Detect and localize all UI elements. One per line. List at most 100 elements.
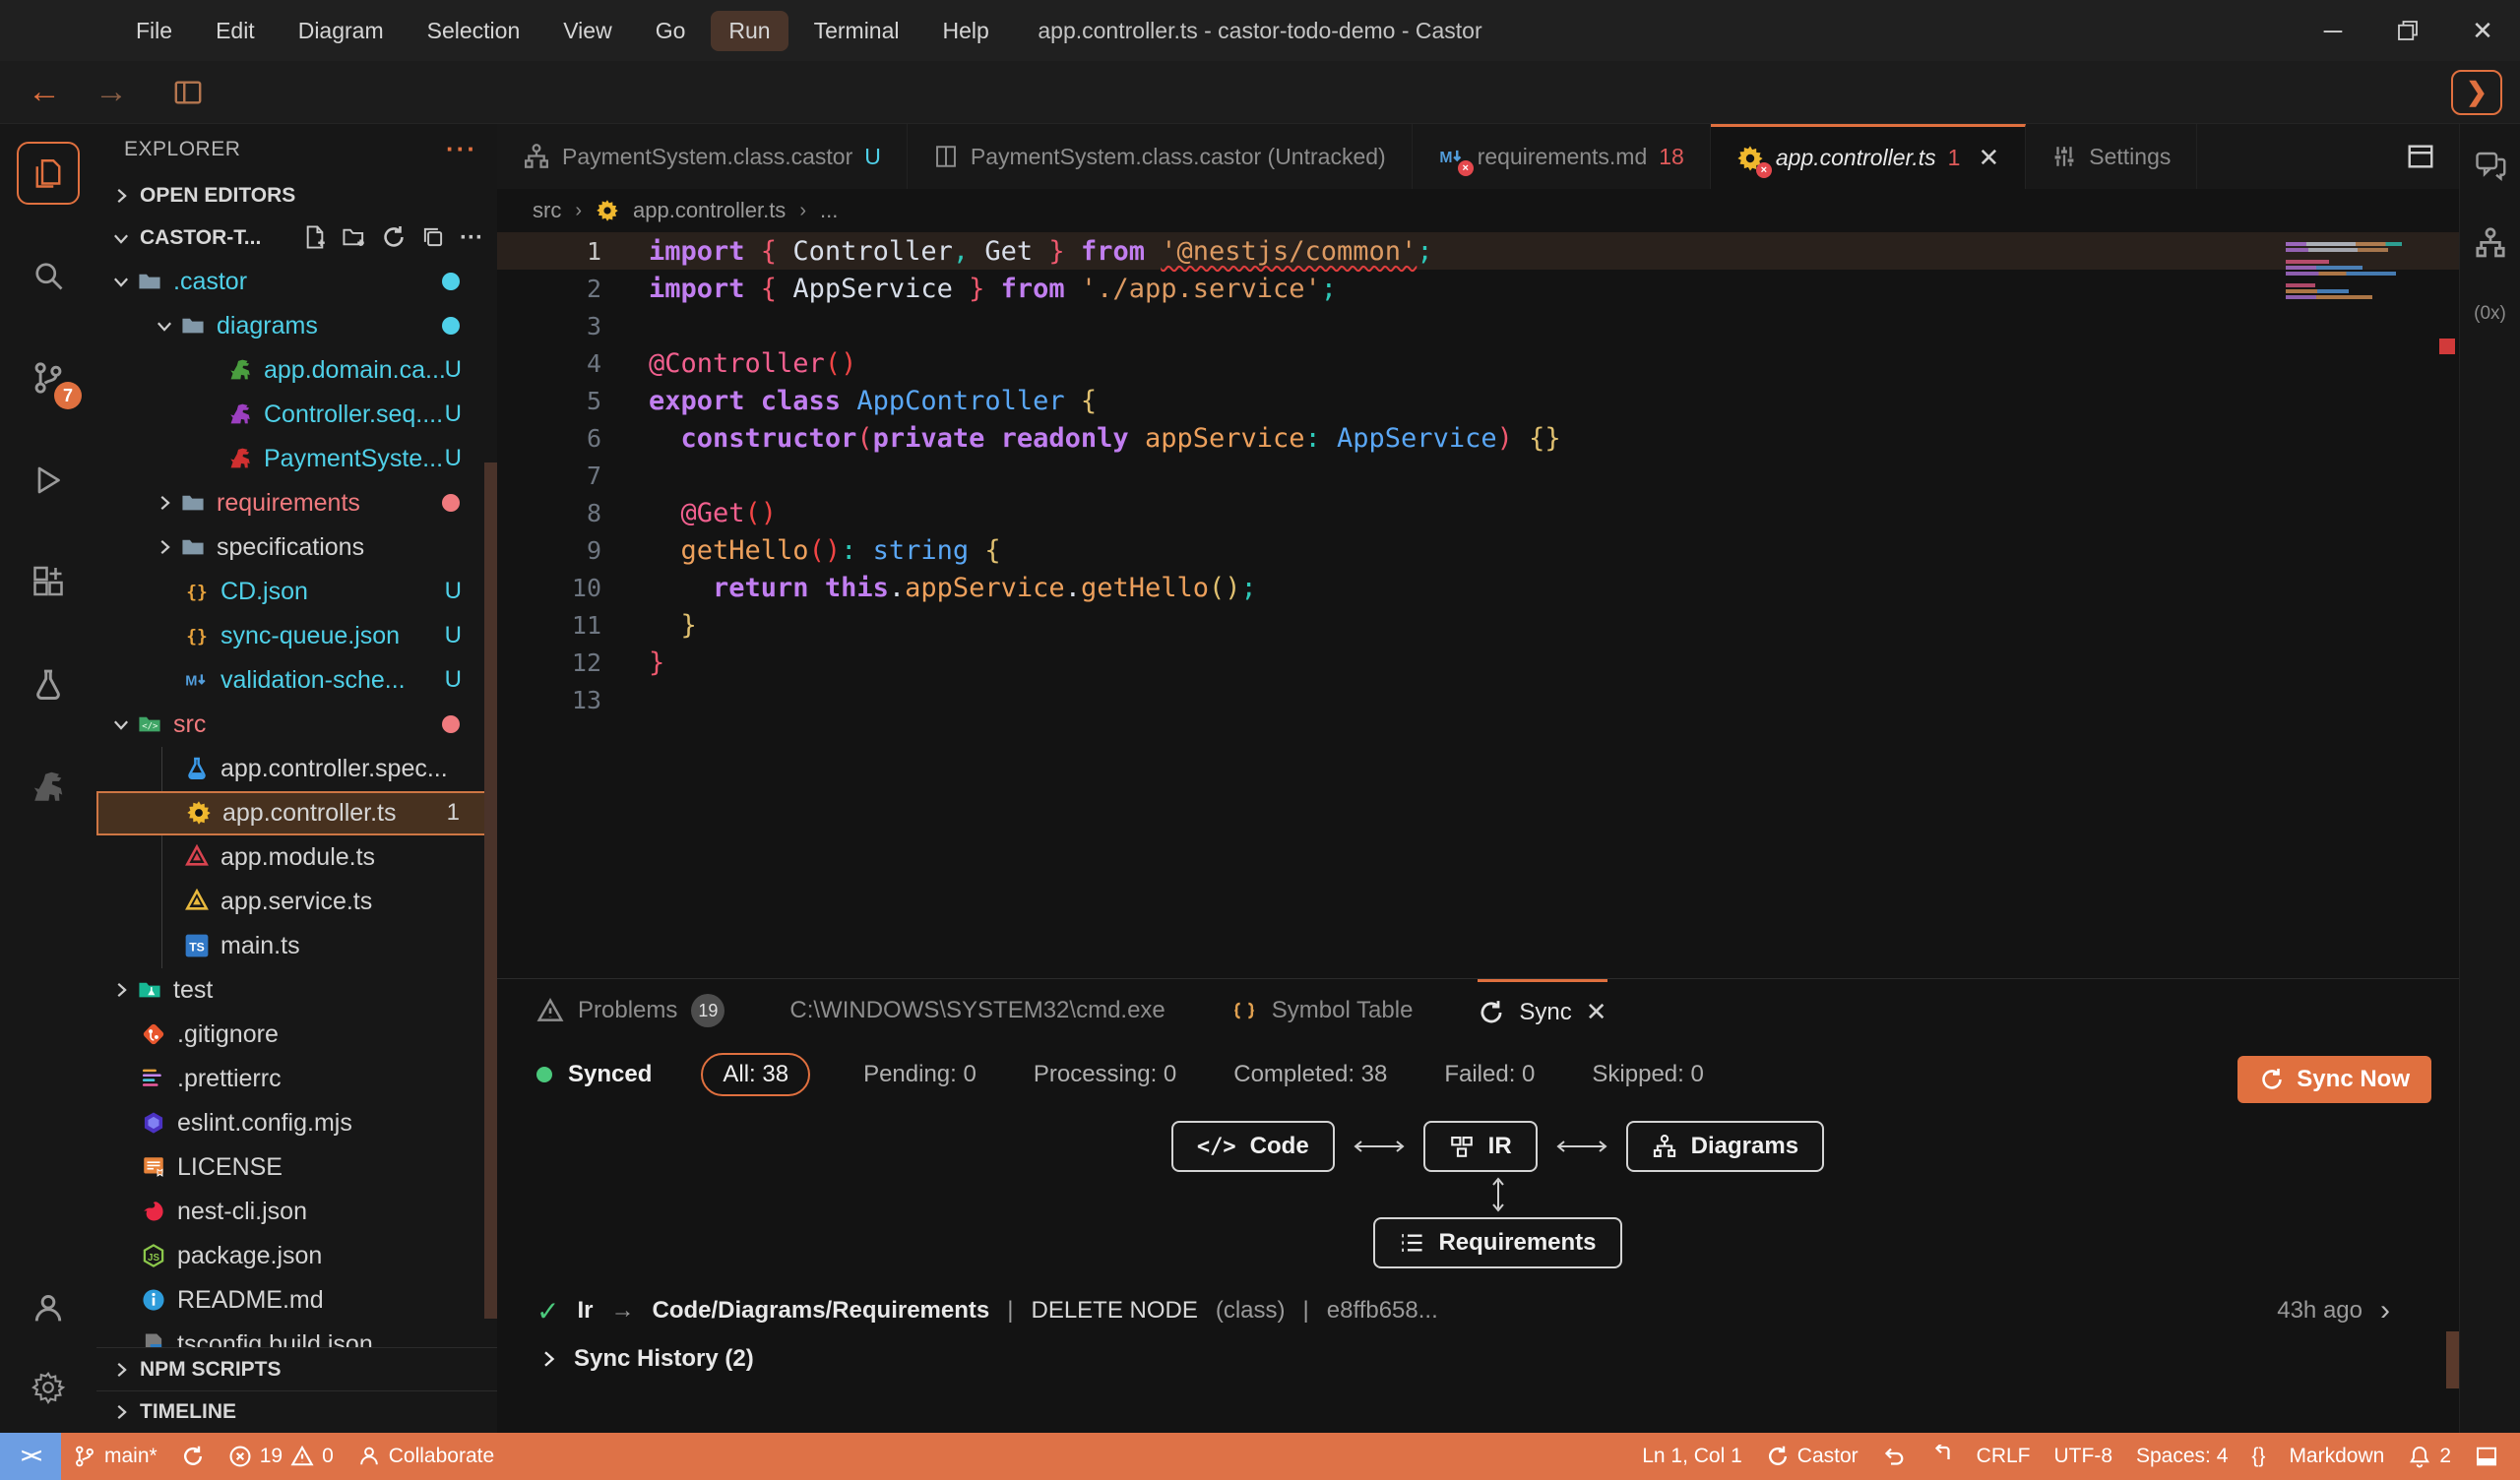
settings-gear-icon[interactable] bbox=[17, 1356, 80, 1419]
cursor-position[interactable]: Ln 1, Col 1 bbox=[1630, 1433, 1754, 1480]
language-indicator[interactable]: Markdown bbox=[2277, 1433, 2396, 1480]
tree-item-license[interactable]: LICENSE bbox=[96, 1145, 497, 1190]
refresh-icon[interactable] bbox=[381, 224, 407, 250]
more-actions-icon[interactable]: ··· bbox=[446, 134, 477, 164]
forward-arrow-icon[interactable]: → bbox=[94, 73, 128, 111]
npm-scripts-section[interactable]: NPM SCRIPTS bbox=[96, 1347, 497, 1389]
tree-item--prettierrc[interactable]: .prettierrc bbox=[96, 1057, 497, 1101]
layout-icon[interactable] bbox=[173, 78, 203, 107]
tree-item-app-controller-ts[interactable]: app.controller.ts1 bbox=[96, 791, 497, 835]
tab-settings[interactable]: Settings bbox=[2026, 124, 2197, 189]
sync-indicator[interactable] bbox=[169, 1433, 217, 1480]
redo-icon[interactable] bbox=[1918, 1433, 1965, 1480]
diagram-nodes-icon[interactable] bbox=[2474, 226, 2507, 260]
menu-file[interactable]: File bbox=[118, 11, 190, 51]
code-line-8[interactable]: 8 @Get() bbox=[497, 494, 2459, 531]
sync-history-toggle[interactable]: Sync History (2) bbox=[536, 1345, 2459, 1373]
new-file-icon[interactable] bbox=[302, 224, 328, 250]
minimap[interactable] bbox=[2286, 242, 2414, 307]
tree-item-controller-seq-[interactable]: Controller.seq....U bbox=[96, 393, 497, 437]
menu-view[interactable]: View bbox=[545, 11, 629, 51]
extensions-icon[interactable] bbox=[17, 551, 80, 614]
tab-paymentsystem-untracked[interactable]: PaymentSystem.class.castor (Untracked) bbox=[908, 124, 1413, 189]
menu-help[interactable]: Help bbox=[925, 11, 1007, 51]
tree-item--castor[interactable]: .castor bbox=[96, 260, 497, 304]
tree-item-test[interactable]: test bbox=[96, 968, 497, 1013]
tree-item-cd-json[interactable]: {}CD.jsonU bbox=[96, 570, 497, 614]
panel-scrollbar[interactable] bbox=[2446, 1331, 2459, 1388]
code-line-6[interactable]: 6 constructor(private readonly appServic… bbox=[497, 419, 2459, 457]
breadcrumb-file[interactable]: app.controller.ts bbox=[633, 198, 786, 223]
tree-item-app-module-ts[interactable]: app.module.ts bbox=[96, 835, 497, 880]
panel-tab-terminal[interactable]: C:\WINDOWS\SYSTEM32\cmd.exe bbox=[789, 979, 1165, 1042]
sync-now-button[interactable]: Sync Now bbox=[2237, 1056, 2431, 1103]
tree-item-app-domain-ca-[interactable]: app.domain.ca...U bbox=[96, 348, 497, 393]
filter-pending-0[interactable]: Pending: 0 bbox=[859, 1055, 980, 1094]
sidebar-scrollbar[interactable] bbox=[484, 462, 497, 1319]
sync-history-row[interactable]: ✓ Ir → Code/Diagrams/Requirements | DELE… bbox=[536, 1294, 2459, 1327]
editor-scrollbar[interactable] bbox=[2433, 232, 2459, 978]
menu-terminal[interactable]: Terminal bbox=[796, 11, 917, 51]
hex-view-icon[interactable]: (0x) bbox=[2474, 303, 2506, 325]
tab-app-controller-ts[interactable]: × app.controller.ts 1 ✕ bbox=[1711, 124, 2026, 189]
branch-indicator[interactable]: main* bbox=[61, 1433, 169, 1480]
account-icon[interactable] bbox=[17, 1277, 80, 1340]
tree-item-app-controller-spec-[interactable]: app.controller.spec... bbox=[96, 747, 497, 791]
close-tab-icon[interactable]: ✕ bbox=[1978, 143, 1999, 173]
eol-indicator[interactable]: CRLF bbox=[1965, 1433, 2043, 1480]
menu-selection[interactable]: Selection bbox=[410, 11, 538, 51]
encoding-indicator[interactable]: UTF-8 bbox=[2043, 1433, 2125, 1480]
code-line-1[interactable]: 1import { Controller, Get } from '@nestj… bbox=[497, 232, 2459, 270]
tree-item-app-service-ts[interactable]: app.service.ts bbox=[96, 880, 497, 924]
open-editors-section[interactable]: OPEN EDITORS bbox=[96, 174, 497, 216]
chat-icon[interactable] bbox=[2473, 148, 2508, 183]
tree-item-eslint-config-mjs[interactable]: eslint.config.mjs bbox=[96, 1101, 497, 1145]
menu-run[interactable]: Run bbox=[711, 11, 788, 51]
code-line-9[interactable]: 9 getHello(): string { bbox=[497, 531, 2459, 569]
code-line-5[interactable]: 5export class AppController { bbox=[497, 382, 2459, 419]
filter-completed-38[interactable]: Completed: 38 bbox=[1229, 1055, 1391, 1094]
tree-item-main-ts[interactable]: TSmain.ts bbox=[96, 924, 497, 968]
chevron-right-icon[interactable]: › bbox=[2380, 1294, 2390, 1327]
breadcrumb-more[interactable]: ... bbox=[820, 198, 838, 223]
problems-indicator[interactable]: 19 0 bbox=[217, 1433, 346, 1480]
source-control-icon[interactable]: 7 bbox=[17, 346, 80, 409]
tree-item-diagrams[interactable]: diagrams bbox=[96, 304, 497, 348]
filter-processing-0[interactable]: Processing: 0 bbox=[1030, 1055, 1180, 1094]
workspace-root-section[interactable]: CASTOR-T... ··· bbox=[96, 216, 497, 259]
open-chat-button[interactable]: ❯ bbox=[2451, 70, 2502, 115]
tree-item-sync-queue-json[interactable]: {}sync-queue.jsonU bbox=[96, 614, 497, 658]
filter-skipped-0[interactable]: Skipped: 0 bbox=[1588, 1055, 1707, 1094]
filter-failed-0[interactable]: Failed: 0 bbox=[1440, 1055, 1539, 1094]
tree-item-specifications[interactable]: specifications bbox=[96, 525, 497, 570]
flow-node-requirements[interactable]: Requirements bbox=[1373, 1217, 1621, 1268]
code-line-2[interactable]: 2import { AppService } from './app.servi… bbox=[497, 270, 2459, 307]
flow-node-code[interactable]: </> Code bbox=[1171, 1121, 1335, 1172]
tree-item-requirements[interactable]: requirements bbox=[96, 481, 497, 525]
tree-item-tsconfig-build-json[interactable]: TStsconfig.build.json bbox=[96, 1323, 497, 1348]
code-line-13[interactable]: 13 bbox=[497, 681, 2459, 718]
code-line-4[interactable]: 4@Controller() bbox=[497, 344, 2459, 382]
code-line-10[interactable]: 10 return this.appService.getHello(); bbox=[497, 569, 2459, 606]
collapse-all-icon[interactable] bbox=[420, 224, 446, 250]
menu-diagram[interactable]: Diagram bbox=[281, 11, 402, 51]
panel-tab-problems[interactable]: Problems 19 bbox=[536, 979, 724, 1042]
search-icon[interactable] bbox=[17, 244, 80, 307]
testing-flask-icon[interactable] bbox=[17, 653, 80, 716]
filter-all-38[interactable]: All: 38 bbox=[701, 1053, 810, 1096]
panel-tab-symbol-table[interactable]: Symbol Table bbox=[1230, 979, 1414, 1042]
explorer-icon[interactable] bbox=[17, 142, 80, 205]
split-editor-icon[interactable] bbox=[2406, 124, 2459, 189]
menu-go[interactable]: Go bbox=[638, 11, 704, 51]
code-editor[interactable]: 1import { Controller, Get } from '@nestj… bbox=[497, 232, 2459, 978]
tree-item-validation-sche-[interactable]: Mvalidation-sche...U bbox=[96, 658, 497, 703]
flow-node-ir[interactable]: IR bbox=[1423, 1121, 1538, 1172]
castor-dino-icon[interactable] bbox=[17, 756, 80, 819]
code-line-7[interactable]: 7 bbox=[497, 457, 2459, 494]
indent-indicator[interactable]: Spaces: 4 bbox=[2124, 1433, 2239, 1480]
close-button[interactable]: ✕ bbox=[2445, 0, 2520, 61]
back-arrow-icon[interactable]: ← bbox=[28, 73, 61, 111]
run-debug-icon[interactable] bbox=[17, 449, 80, 512]
code-line-12[interactable]: 12} bbox=[497, 644, 2459, 681]
menu-edit[interactable]: Edit bbox=[198, 11, 273, 51]
